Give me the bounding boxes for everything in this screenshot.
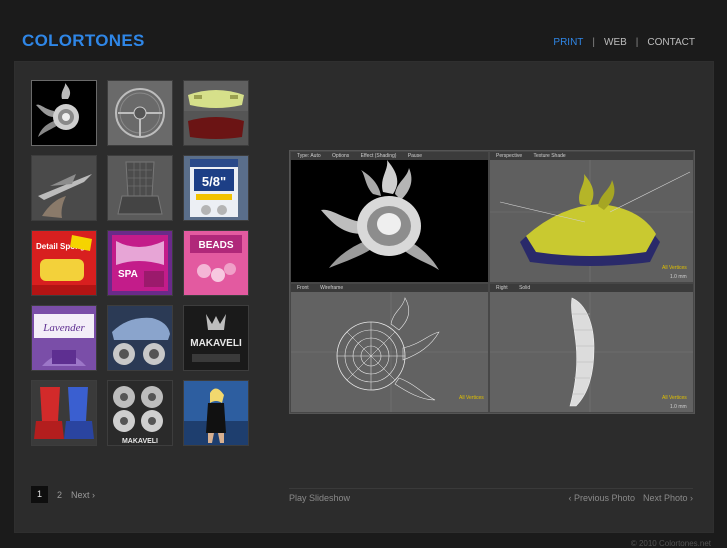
- viewport-front: Front Wireframe All Vertices: [291, 284, 488, 412]
- scale-label: 1.0 mm: [670, 274, 687, 280]
- viewport-right: Right Solid All Vertices 1.0 mm: [490, 284, 693, 412]
- thumbnail-model-photo[interactable]: [183, 380, 249, 446]
- car-bumper-icon: [184, 81, 248, 145]
- copyright-text: © 2010 Colortones.net: [630, 539, 711, 548]
- socket-package-icon: 5/8": [184, 156, 248, 220]
- main-photo[interactable]: Type: Auto Options Effect (Shading) Paus…: [289, 150, 695, 414]
- socket-size-text: 5/8": [202, 174, 226, 189]
- viewport-toolbar: Type: Auto Options Effect (Shading) Paus…: [291, 152, 488, 160]
- car-wheels-icon: [108, 306, 172, 370]
- thumbnail-socket-package[interactable]: 5/8": [183, 155, 249, 221]
- flaming-wheel-render-icon: [291, 160, 488, 282]
- car-seat-wireframe-icon: [108, 156, 172, 220]
- lavender-package-icon: Lavender: [32, 306, 96, 370]
- spa-label: SPA: [118, 269, 138, 280]
- thumbnail-lavender-package[interactable]: Lavender: [31, 305, 97, 371]
- beads-label: BEADS: [198, 240, 233, 251]
- viewport-toolbar: Perspective Texture Shade: [490, 152, 693, 160]
- thumbnail-ornament[interactable]: [31, 155, 97, 221]
- play-slideshow-link[interactable]: Play Slideshow: [289, 493, 350, 503]
- steering-wheel-icon: [108, 81, 172, 145]
- side-wireframe-icon: [490, 292, 693, 412]
- nav-web[interactable]: WEB: [604, 37, 627, 48]
- thumbnail-polishing-towel[interactable]: SPA: [107, 230, 173, 296]
- viewport-render: Type: Auto Options Effect (Shading) Paus…: [291, 152, 488, 282]
- pager-next-link[interactable]: Next ›: [71, 490, 95, 500]
- gallery-panel: 5/8" Detail Sponge SPA BEADS Lavender MA…: [14, 61, 714, 533]
- nav-separator: |: [635, 37, 639, 48]
- nav-separator: |: [592, 37, 596, 48]
- pagination: 1 2 Next ›: [31, 486, 95, 503]
- viewport-toolbar: Front Wireframe: [291, 284, 488, 292]
- lavender-label: Lavender: [42, 322, 85, 334]
- flaming-wheel-render-icon: [32, 81, 96, 145]
- next-photo-link[interactable]: Next Photo ›: [643, 493, 693, 503]
- model-photo-icon: [184, 381, 248, 445]
- vertex-tag: All Vertices: [662, 265, 687, 271]
- vertex-tag: All Vertices: [662, 395, 687, 401]
- nav-contact[interactable]: CONTACT: [647, 37, 695, 48]
- previous-photo-link[interactable]: ‹ Previous Photo: [568, 493, 635, 503]
- thumbnail-detail-sponge[interactable]: Detail Sponge: [31, 230, 97, 296]
- thumbnail-makaveli-wheels[interactable]: MAKAVELI: [107, 380, 173, 446]
- thumbnail-car-seat[interactable]: [107, 155, 173, 221]
- perspective-model-icon: [490, 160, 693, 282]
- slideshow-controls: Play Slideshow ‹ Previous Photo Next Pho…: [289, 488, 693, 503]
- beads-package-icon: BEADS: [184, 231, 248, 295]
- thumbnail-seat-covers[interactable]: [31, 380, 97, 446]
- detail-sponge-package-icon: Detail Sponge: [32, 231, 96, 295]
- ornament-icon: [32, 156, 96, 220]
- vertex-tag: All Vertices: [459, 395, 484, 401]
- thumbnail-grid: 5/8" Detail Sponge SPA BEADS Lavender MA…: [31, 80, 249, 446]
- viewport-toolbar: Right Solid: [490, 284, 693, 292]
- makaveli-wheels-icon: MAKAVELI: [108, 381, 172, 445]
- thumbnail-beads-package[interactable]: BEADS: [183, 230, 249, 296]
- main-nav: PRINT | WEB | CONTACT: [553, 37, 695, 48]
- page-2[interactable]: 2: [57, 490, 62, 500]
- thumbnail-steering-wheel[interactable]: [107, 80, 173, 146]
- thumbnail-makaveli-logo[interactable]: MAKAVELI: [183, 305, 249, 371]
- front-wireframe-icon: [291, 292, 488, 412]
- makaveli-label: MAKAVELI: [190, 338, 242, 349]
- site-logo[interactable]: COLORTONES: [22, 31, 145, 51]
- viewport-perspective: Perspective Texture Shade All Vertices 1…: [490, 152, 693, 282]
- thumbnail-car-bumper[interactable]: [183, 80, 249, 146]
- polishing-towel-package-icon: SPA: [108, 231, 172, 295]
- thumbnail-flaming-wheel[interactable]: [31, 80, 97, 146]
- makaveli-wheels-label: MAKAVELI: [122, 438, 158, 445]
- scale-label: 1.0 mm: [670, 404, 687, 410]
- nav-print[interactable]: PRINT: [553, 37, 583, 48]
- thumbnail-car-wheels[interactable]: [107, 305, 173, 371]
- page-1[interactable]: 1: [31, 486, 48, 503]
- seat-covers-icon: [32, 381, 96, 445]
- makaveli-logo-icon: MAKAVELI: [184, 306, 248, 370]
